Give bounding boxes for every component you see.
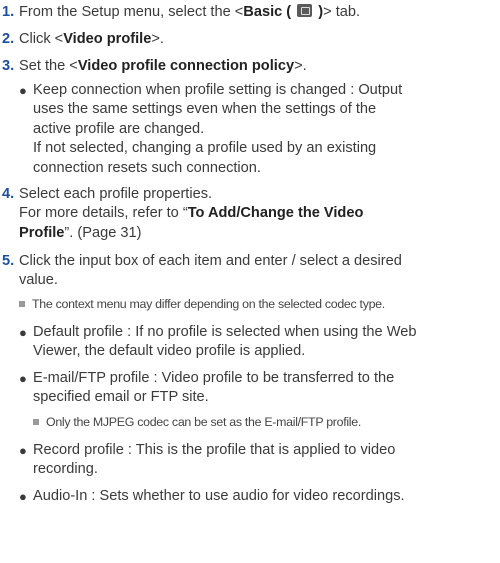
- step-number: 5.: [2, 253, 15, 269]
- bullet-line: Record profile : This is the profile tha…: [33, 442, 396, 458]
- square-note-marker: [19, 301, 25, 307]
- basic-tab-label: Basic (: [243, 4, 296, 20]
- step-text: Click the input box of each item and ent…: [19, 253, 402, 269]
- step-text-end: >.: [151, 31, 164, 47]
- step-5: 5. Click the input box of each item and …: [2, 252, 498, 291]
- basic-tab-label-end: ): [314, 4, 324, 20]
- reference-title-end: Profile: [19, 224, 65, 241]
- reference-title: To Add/Change the Video: [187, 205, 364, 222]
- bullet-line: E-mail/FTP profile : Video profile to be…: [33, 370, 395, 386]
- step-3: 3. Set the <Video profile connection pol…: [2, 57, 498, 76]
- step-2: 2. Click <Video profile>.: [2, 30, 498, 49]
- video-profile-label: Video profile: [63, 31, 152, 47]
- step-text: Set the <: [19, 58, 78, 74]
- keep-connection-bullet: ● Keep connection when profile setting i…: [19, 81, 489, 178]
- audio-in-bullet: ● Audio-In : Sets whether to use audio f…: [19, 487, 489, 506]
- step-number: 4.: [2, 186, 15, 202]
- step-number: 3.: [2, 58, 15, 74]
- bullet-dot: ●: [19, 489, 27, 504]
- email-ftp-profile-bullet: ● E-mail/FTP profile : Video profile to …: [19, 369, 489, 408]
- step-text: Click <: [19, 31, 64, 47]
- step-text: For more details, refer to “: [19, 205, 188, 222]
- step-text-end: > tab.: [323, 4, 361, 20]
- bullet-dot: ●: [19, 371, 27, 386]
- basic-settings-icon: [297, 4, 313, 17]
- bullet-line: Viewer, the default video profile is app…: [33, 343, 306, 360]
- step-text: value.: [19, 272, 58, 289]
- bullet-line: active profile are changed.: [33, 120, 205, 137]
- step-number: 2.: [2, 31, 15, 47]
- page-reference: ”. (Page 31): [64, 224, 142, 241]
- record-profile-bullet: ● Record profile : This is the profile t…: [19, 441, 489, 480]
- bullet-line: Keep connection when profile setting is …: [33, 82, 403, 98]
- step-text: Select each profile properties.: [19, 186, 213, 202]
- bullet-line: If not selected, changing a profile used…: [33, 140, 377, 157]
- mjpeg-note: Only the MJPEG codec can be set as the E…: [33, 414, 361, 430]
- codec-note: The context menu may differ depending on…: [19, 296, 385, 312]
- bullet-line: uses the same settings even when the set…: [33, 101, 377, 118]
- square-note-marker: [33, 419, 39, 425]
- step-text: From the Setup menu, select the <: [19, 4, 244, 20]
- bullet-line: Default profile : If no profile is selec…: [33, 324, 417, 340]
- step-text-end: >.: [294, 58, 307, 74]
- step-1: 1. From the Setup menu, select the <Basi…: [2, 3, 498, 22]
- bullet-line: specified email or FTP site.: [33, 389, 209, 406]
- bullet-dot: ●: [19, 83, 27, 98]
- manual-page: 1. From the Setup menu, select the <Basi…: [0, 0, 500, 563]
- bullet-line: recording.: [33, 461, 98, 478]
- connection-policy-label: Video profile connection policy: [77, 58, 295, 74]
- step-4: 4. Select each profile properties. For m…: [2, 185, 498, 243]
- bullet-dot: ●: [19, 443, 27, 458]
- default-profile-bullet: ● Default profile : If no profile is sel…: [19, 323, 489, 362]
- step-number: 1.: [2, 4, 15, 20]
- bullet-line: Audio-In : Sets whether to use audio for…: [33, 488, 405, 504]
- bullet-line: connection resets such connection.: [33, 159, 261, 176]
- bullet-dot: ●: [19, 325, 27, 340]
